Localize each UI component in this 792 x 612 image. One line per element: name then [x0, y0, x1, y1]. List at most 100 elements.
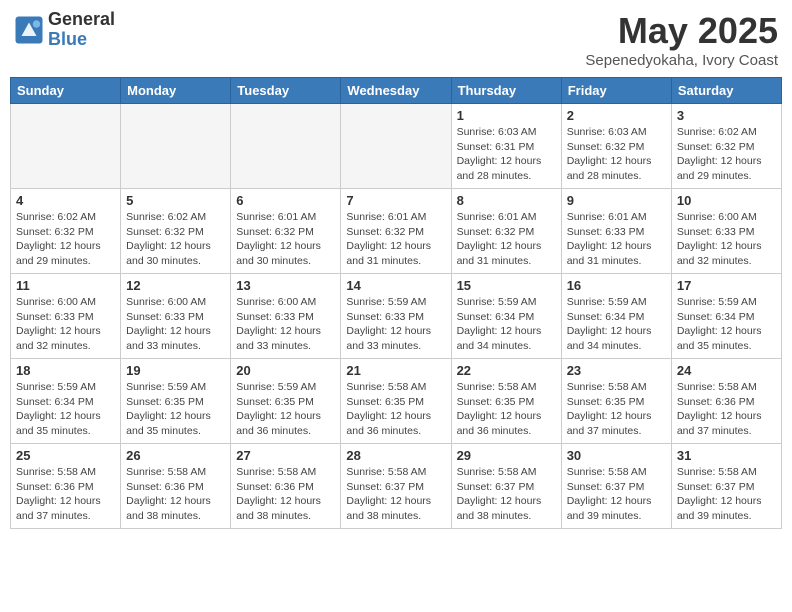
calendar-cell: 9 Sunrise: 6:01 AM Sunset: 6:33 PM Daylig… [561, 189, 671, 274]
calendar-cell: 26 Sunrise: 5:58 AM Sunset: 6:36 PM Dayli… [121, 444, 231, 529]
day-number: 6 [236, 193, 335, 208]
calendar-cell: 3 Sunrise: 6:02 AM Sunset: 6:32 PM Daylig… [671, 104, 781, 189]
day-number: 29 [457, 448, 556, 463]
calendar-cell: 17 Sunrise: 5:59 AM Sunset: 6:34 PM Dayli… [671, 274, 781, 359]
day-info: Sunrise: 5:59 AM Sunset: 6:34 PM Dayligh… [457, 295, 556, 354]
calendar-cell [341, 104, 451, 189]
calendar-cell: 2Sunrise: 6:03 AM Sunset: 6:32 PM Daylig… [561, 104, 671, 189]
day-info: Sunrise: 5:58 AM Sunset: 6:35 PM Dayligh… [346, 380, 445, 439]
day-number: 27 [236, 448, 335, 463]
day-info: Sunrise: 6:01 AM Sunset: 6:32 PM Dayligh… [236, 210, 335, 269]
calendar-cell: 20 Sunrise: 5:59 AM Sunset: 6:35 PM Dayli… [231, 359, 341, 444]
calendar-cell [11, 104, 121, 189]
day-number: 5 [126, 193, 225, 208]
page-header: General Blue May 2025 Sepenedyokaha, Ivo… [10, 10, 782, 69]
logo-blue: Blue [48, 30, 115, 50]
day-number: 23 [567, 363, 666, 378]
weekday-header-friday: Friday [561, 78, 671, 104]
calendar-cell: 7 Sunrise: 6:01 AM Sunset: 6:32 PM Daylig… [341, 189, 451, 274]
weekday-header-monday: Monday [121, 78, 231, 104]
weekday-header-sunday: Sunday [11, 78, 121, 104]
week-row-4: 18Sunrise: 5:59 AM Sunset: 6:34 PM Dayli… [11, 359, 782, 444]
day-info: Sunrise: 6:03 AM Sunset: 6:31 PM Dayligh… [457, 125, 556, 184]
day-number: 11 [16, 278, 115, 293]
day-info: Sunrise: 5:59 AM Sunset: 6:34 PM Dayligh… [16, 380, 115, 439]
day-info: Sunrise: 6:02 AM Sunset: 6:32 PM Dayligh… [677, 125, 776, 184]
title-area: May 2025 Sepenedyokaha, Ivory Coast [585, 10, 778, 69]
day-number: 9 [567, 193, 666, 208]
day-number: 4 [16, 193, 115, 208]
day-info: Sunrise: 6:00 AM Sunset: 6:33 PM Dayligh… [236, 295, 335, 354]
day-info: Sunrise: 6:00 AM Sunset: 6:33 PM Dayligh… [16, 295, 115, 354]
day-info: Sunrise: 5:58 AM Sunset: 6:35 PM Dayligh… [457, 380, 556, 439]
day-info: Sunrise: 6:02 AM Sunset: 6:32 PM Dayligh… [126, 210, 225, 269]
day-number: 26 [126, 448, 225, 463]
calendar-cell: 16Sunrise: 5:59 AM Sunset: 6:34 PM Dayli… [561, 274, 671, 359]
logo-text: General Blue [48, 10, 115, 50]
week-row-2: 4 Sunrise: 6:02 AM Sunset: 6:32 PM Daylig… [11, 189, 782, 274]
calendar-cell: 6 Sunrise: 6:01 AM Sunset: 6:32 PM Daylig… [231, 189, 341, 274]
calendar-cell: 12 Sunrise: 6:00 AM Sunset: 6:33 PM Dayli… [121, 274, 231, 359]
calendar-cell: 18Sunrise: 5:59 AM Sunset: 6:34 PM Dayli… [11, 359, 121, 444]
calendar-cell: 8Sunrise: 6:01 AM Sunset: 6:32 PM Daylig… [451, 189, 561, 274]
day-number: 10 [677, 193, 776, 208]
calendar-cell: 1 Sunrise: 6:03 AM Sunset: 6:31 PM Daylig… [451, 104, 561, 189]
day-number: 31 [677, 448, 776, 463]
day-info: Sunrise: 6:02 AM Sunset: 6:32 PM Dayligh… [16, 210, 115, 269]
calendar-cell: 24 Sunrise: 5:58 AM Sunset: 6:36 PM Dayli… [671, 359, 781, 444]
day-number: 17 [677, 278, 776, 293]
logo: General Blue [14, 10, 115, 50]
day-number: 1 [457, 108, 556, 123]
logo-icon [14, 15, 44, 45]
day-info: Sunrise: 5:58 AM Sunset: 6:37 PM Dayligh… [346, 465, 445, 524]
day-number: 16 [567, 278, 666, 293]
calendar-cell: 27 Sunrise: 5:58 AM Sunset: 6:36 PM Dayli… [231, 444, 341, 529]
calendar-cell: 11 Sunrise: 6:00 AM Sunset: 6:33 PM Dayli… [11, 274, 121, 359]
day-number: 19 [126, 363, 225, 378]
calendar-cell: 25Sunrise: 5:58 AM Sunset: 6:36 PM Dayli… [11, 444, 121, 529]
calendar-cell: 4 Sunrise: 6:02 AM Sunset: 6:32 PM Daylig… [11, 189, 121, 274]
day-number: 22 [457, 363, 556, 378]
day-info: Sunrise: 5:58 AM Sunset: 6:36 PM Dayligh… [16, 465, 115, 524]
weekday-header-saturday: Saturday [671, 78, 781, 104]
calendar-cell: 13Sunrise: 6:00 AM Sunset: 6:33 PM Dayli… [231, 274, 341, 359]
day-info: Sunrise: 5:58 AM Sunset: 6:36 PM Dayligh… [126, 465, 225, 524]
calendar-cell [231, 104, 341, 189]
day-info: Sunrise: 5:59 AM Sunset: 6:34 PM Dayligh… [677, 295, 776, 354]
day-info: Sunrise: 5:59 AM Sunset: 6:35 PM Dayligh… [236, 380, 335, 439]
day-info: Sunrise: 5:58 AM Sunset: 6:37 PM Dayligh… [457, 465, 556, 524]
day-info: Sunrise: 6:01 AM Sunset: 6:32 PM Dayligh… [346, 210, 445, 269]
logo-general: General [48, 10, 115, 30]
day-info: Sunrise: 6:00 AM Sunset: 6:33 PM Dayligh… [126, 295, 225, 354]
day-info: Sunrise: 5:58 AM Sunset: 6:37 PM Dayligh… [567, 465, 666, 524]
day-number: 20 [236, 363, 335, 378]
day-number: 8 [457, 193, 556, 208]
calendar-cell: 28Sunrise: 5:58 AM Sunset: 6:37 PM Dayli… [341, 444, 451, 529]
calendar-cell: 23 Sunrise: 5:58 AM Sunset: 6:35 PM Dayli… [561, 359, 671, 444]
day-info: Sunrise: 6:01 AM Sunset: 6:33 PM Dayligh… [567, 210, 666, 269]
calendar-cell: 5 Sunrise: 6:02 AM Sunset: 6:32 PM Daylig… [121, 189, 231, 274]
day-info: Sunrise: 5:58 AM Sunset: 6:36 PM Dayligh… [236, 465, 335, 524]
calendar-cell: 10 Sunrise: 6:00 AM Sunset: 6:33 PM Dayli… [671, 189, 781, 274]
day-number: 14 [346, 278, 445, 293]
day-number: 30 [567, 448, 666, 463]
weekday-header-tuesday: Tuesday [231, 78, 341, 104]
calendar-cell: 15Sunrise: 5:59 AM Sunset: 6:34 PM Dayli… [451, 274, 561, 359]
week-row-5: 25Sunrise: 5:58 AM Sunset: 6:36 PM Dayli… [11, 444, 782, 529]
day-number: 21 [346, 363, 445, 378]
day-info: Sunrise: 6:00 AM Sunset: 6:33 PM Dayligh… [677, 210, 776, 269]
day-number: 2 [567, 108, 666, 123]
day-number: 12 [126, 278, 225, 293]
calendar-cell: 19Sunrise: 5:59 AM Sunset: 6:35 PM Dayli… [121, 359, 231, 444]
week-row-1: 1 Sunrise: 6:03 AM Sunset: 6:31 PM Daylig… [11, 104, 782, 189]
day-number: 7 [346, 193, 445, 208]
weekday-header-wednesday: Wednesday [341, 78, 451, 104]
day-number: 3 [677, 108, 776, 123]
day-info: Sunrise: 5:58 AM Sunset: 6:36 PM Dayligh… [677, 380, 776, 439]
calendar-cell: 31Sunrise: 5:58 AM Sunset: 6:37 PM Dayli… [671, 444, 781, 529]
location: Sepenedyokaha, Ivory Coast [585, 52, 778, 69]
day-info: Sunrise: 5:58 AM Sunset: 6:35 PM Dayligh… [567, 380, 666, 439]
calendar-cell [121, 104, 231, 189]
day-number: 24 [677, 363, 776, 378]
calendar-cell: 30 Sunrise: 5:58 AM Sunset: 6:37 PM Dayli… [561, 444, 671, 529]
